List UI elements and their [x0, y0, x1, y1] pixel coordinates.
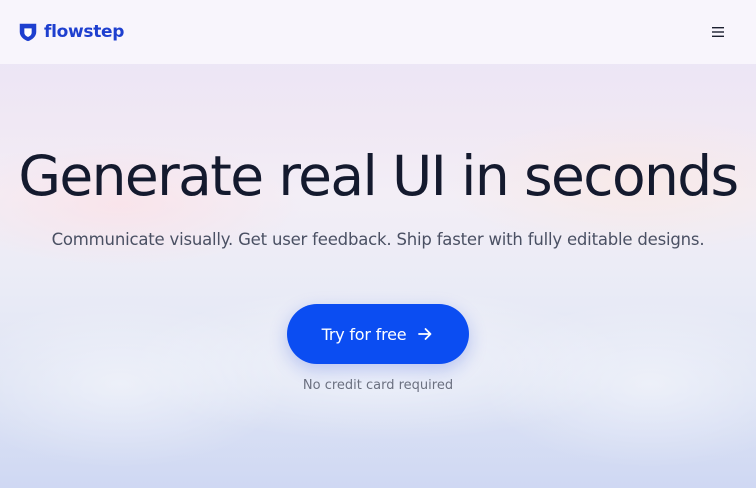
menu-button[interactable] [708, 22, 728, 42]
hero-section: Generate real UI in seconds Communicate … [0, 64, 756, 488]
brand-logo-link[interactable]: flowstep [17, 21, 124, 43]
flowstep-logo-icon [19, 23, 37, 42]
top-nav: flowstep [0, 0, 756, 64]
hamburger-menu-icon [712, 27, 724, 37]
arrow-right-icon [418, 328, 432, 340]
cta-label: Try for free [321, 324, 407, 344]
hero-subtitle: Communicate visually. Get user feedback.… [51, 230, 705, 249]
brand-name: flowstep [44, 22, 125, 42]
hero-title: Generate real UI in seconds [18, 144, 739, 208]
no-credit-card-note: No credit card required [302, 378, 454, 393]
try-for-free-button[interactable]: Try for free [287, 304, 469, 364]
